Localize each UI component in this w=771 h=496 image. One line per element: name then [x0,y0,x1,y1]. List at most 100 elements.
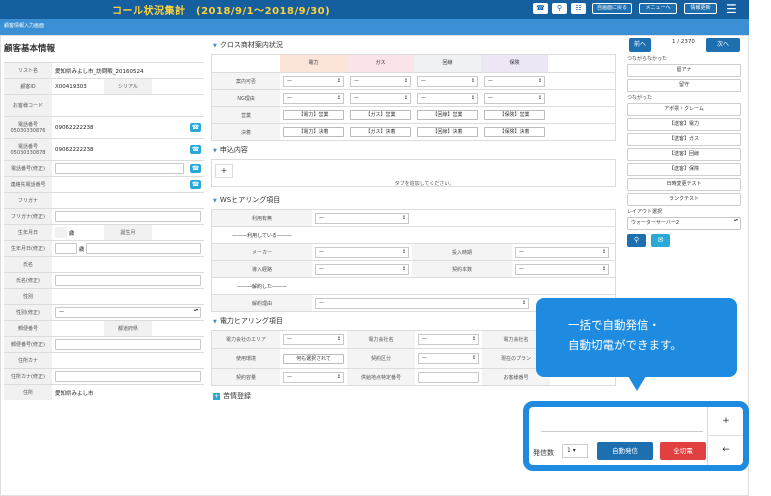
field-label: 郵便番号(修正) [4,337,52,352]
field-value: 歳 [52,242,204,255]
ws-table: 利用有無— ———利用している——— メーカー—投入時期— 導入経路—契約本数—… [211,209,616,312]
maker-select[interactable]: — [315,246,409,258]
guide-select[interactable]: — [417,75,478,87]
result-button[interactable]: 【送客】回線 [627,148,741,161]
section-title: 電力ヒアリング項目 [219,317,283,325]
install-select[interactable]: — [515,246,609,258]
add-icon[interactable]: + [213,393,220,400]
field-value [152,328,204,330]
sales-button[interactable]: 【電力】営業 [283,110,344,120]
chat-icon[interactable]: ✉ [651,234,670,247]
ng-select[interactable]: — [350,92,411,104]
connected-label: つながった [627,95,653,101]
sales-button[interactable]: 【保険】営業 [484,110,545,120]
search-icon[interactable]: ⚲ [627,234,646,247]
result-buttons: つながらなかった 留アナ 留守 つながった アポ票・クレーム 【送客】電力 【送… [627,55,741,247]
field-label: 住所カナ(修正) [4,369,52,384]
address-kana-input[interactable] [55,371,201,382]
icon-row: ⚲ ✉ [627,234,741,247]
zip-edit-input[interactable] [55,339,201,350]
furigana-input[interactable] [55,211,201,222]
table-cell: — [312,212,412,224]
table-cell: — [312,297,532,309]
table-row: 導入経路—契約本数— [212,260,615,277]
ng-select[interactable]: — [283,92,344,104]
use-select[interactable]: — [315,212,409,224]
reason-select[interactable]: — [315,297,529,309]
result-button[interactable]: 留アナ [627,64,741,77]
field-label: 電話番号 05030330876 [4,117,52,138]
menu-button[interactable]: メニューへ [639,3,677,14]
back-arrow-icon[interactable]: ← [709,436,743,465]
result-button[interactable]: ランクテスト [627,193,741,206]
supply-input[interactable] [418,371,479,383]
row-label: 使用環境 [212,349,280,368]
divider-label: ———利用している——— [232,232,292,239]
guide-select[interactable]: — [283,75,344,87]
result-button[interactable]: 日時変更テスト [627,178,741,191]
phone-icon[interactable]: ☎ [190,123,201,132]
gender-select[interactable]: — [55,307,201,318]
auto-call-button[interactable]: 自動発信 [597,442,653,460]
age-input[interactable] [86,243,201,254]
close-deal-button[interactable]: 【電力】決着 [283,127,344,137]
contract-select[interactable]: — [418,353,479,364]
divider-label: ———解約した——— [236,283,287,290]
return-button[interactable]: 自画面に戻る [592,3,632,14]
plus-button[interactable]: + [709,407,743,436]
close-deal-button[interactable]: 【ガス】決着 [350,127,411,137]
area-select[interactable]: — [283,334,344,345]
field-label: シリアル [104,79,152,94]
result-button[interactable]: 【送客】ガス [627,133,741,146]
section-title: クロス商材案内状況 [219,41,283,49]
result-button[interactable]: アポ票・クレーム [627,103,741,116]
next-button[interactable]: 次へ [706,38,740,52]
guide-select[interactable]: — [350,75,411,87]
phone-icon[interactable]: ☎ [533,3,548,14]
guide-select[interactable]: — [484,75,545,87]
birth-edit-input[interactable] [55,243,77,254]
usage-select[interactable]: 何も選択されて [283,353,344,364]
field-row: 住所カナ(修正) [4,368,204,384]
user-card-icon[interactable]: ☷ [571,3,586,14]
close-deal-button[interactable]: 【回線】決着 [417,127,478,137]
phone-value: 09062222238 [55,124,94,131]
call-count-select[interactable]: 1 ▾ [562,444,588,458]
section-complaint: + 苦情登録 [213,391,616,401]
result-button[interactable]: 【送客】保険 [627,163,741,176]
not-connected-label: つながらなかった [627,56,668,62]
layout-select[interactable]: ウォーターサーバー2 [627,217,741,230]
refresh-button[interactable]: 情報更新 [684,3,717,14]
ng-select[interactable]: — [484,92,545,104]
table-cell [415,371,482,383]
phone-icon[interactable]: ☎ [190,145,201,154]
phone-edit-input[interactable] [55,163,184,174]
ng-select[interactable]: — [417,92,478,104]
birth-box [55,227,67,238]
row-label: 利用有無 [212,210,312,226]
field-label: 都道府県 [104,321,152,336]
name-edit-input[interactable] [55,275,201,286]
sales-button[interactable]: 【ガス】営業 [350,110,411,120]
result-button[interactable]: 【送客】電力 [627,118,741,131]
table-cell: 【電力】営業 [280,110,347,120]
field-row: 住所 愛知県みよし市 [4,384,204,400]
close-deal-button[interactable]: 【保険】決着 [484,127,545,137]
phone-icon[interactable]: ☎ [190,164,201,173]
phone-icon[interactable]: ☎ [190,180,201,189]
hangup-all-button[interactable]: 全切電 [660,442,706,460]
table-cell: — [280,75,347,87]
search-icon[interactable]: ⚲ [552,3,567,14]
call-count-label: 発信数 [533,449,554,457]
capacity-select[interactable]: — [283,371,344,383]
field-row: 電話番号(修正) ☎ [4,160,204,176]
route-select[interactable]: — [315,263,409,275]
contract-select[interactable]: — [515,263,609,275]
add-tab-button[interactable]: + [215,164,233,178]
prev-button[interactable]: 前へ [629,38,651,52]
hamburger-icon[interactable]: ☰ [726,3,738,15]
table-cell: 【保険】決着 [481,127,548,137]
sales-button[interactable]: 【回線】営業 [417,110,478,120]
company-select[interactable]: — [418,334,479,345]
result-button[interactable]: 留守 [627,79,741,92]
